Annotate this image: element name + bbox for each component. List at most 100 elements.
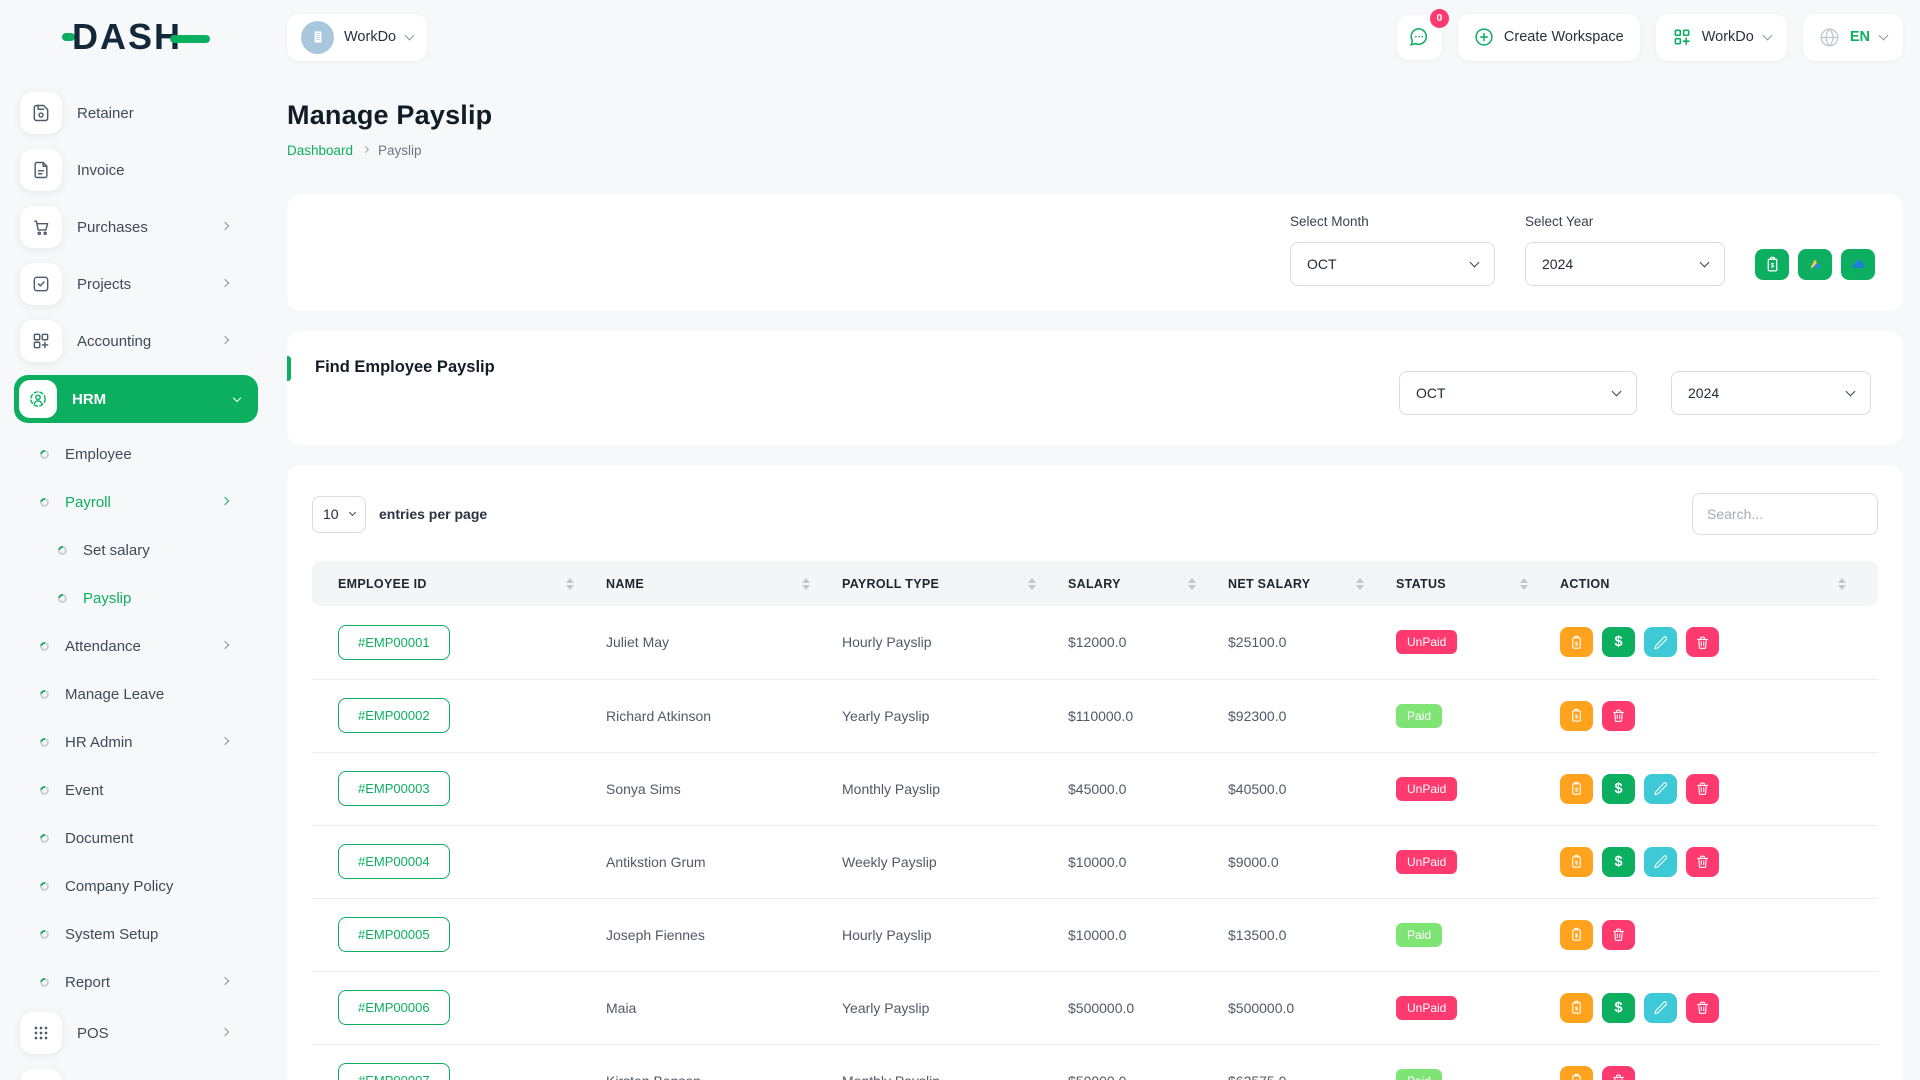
sort-icon[interactable] — [1028, 578, 1036, 590]
search-input[interactable] — [1692, 493, 1878, 535]
column-header-payroll-type[interactable]: PAYROLL TYPE — [842, 561, 1068, 606]
employee-id-badge[interactable]: #EMP00006 — [338, 990, 450, 1025]
chevron-right-icon — [221, 976, 229, 984]
payslip-button[interactable]: $ — [1560, 627, 1593, 657]
column-header-name[interactable]: NAME — [606, 561, 842, 606]
column-header-net-salary[interactable]: NET SALARY — [1228, 561, 1396, 606]
payslip-button[interactable]: $ — [1560, 1066, 1593, 1080]
sidebar-item-event[interactable]: Event — [20, 770, 252, 810]
sidebar-item-manage-leave[interactable]: Manage Leave — [20, 674, 252, 714]
delete-button[interactable] — [1602, 701, 1635, 731]
column-header-employee-id[interactable]: EMPLOYEE ID — [312, 561, 606, 606]
delete-button[interactable] — [1602, 1066, 1635, 1080]
hrm-icon — [28, 389, 48, 409]
select-month-label: Select Month — [1290, 214, 1495, 229]
employee-id-badge[interactable]: #EMP00004 — [338, 844, 450, 879]
sort-icon[interactable] — [1188, 578, 1196, 590]
sidebar-item-attendance[interactable]: Attendance — [20, 626, 252, 666]
sidebar-item-hr-admin[interactable]: HR Admin — [20, 722, 252, 762]
column-header-status[interactable]: STATUS — [1396, 561, 1560, 606]
pos-icon-box — [20, 1012, 62, 1054]
sidebar-item-label: Document — [65, 830, 133, 847]
create-workspace-button[interactable]: Create Workspace — [1458, 14, 1640, 61]
sort-icon[interactable] — [1838, 578, 1846, 590]
status-badge: UnPaid — [1396, 996, 1457, 1020]
sidebar-item-label: Report — [65, 974, 110, 991]
select-year-group: Select Year 2024 — [1525, 214, 1725, 311]
one-drive-button[interactable] — [1841, 249, 1875, 280]
delete-button[interactable] — [1686, 774, 1719, 804]
sort-icon[interactable] — [566, 578, 574, 590]
payslip-button[interactable]: $ — [1560, 993, 1593, 1023]
sidebar-item-hrm[interactable]: HRM — [14, 375, 258, 423]
edit-button[interactable] — [1644, 774, 1677, 804]
find-month-value: OCT — [1416, 385, 1446, 401]
sidebar-item-report[interactable]: Report — [20, 962, 252, 1002]
sort-icon[interactable] — [1520, 578, 1528, 590]
payslip-button[interactable]: $ — [1560, 920, 1593, 950]
messages-button[interactable]: 0 — [1397, 15, 1442, 60]
delete-button[interactable] — [1602, 920, 1635, 950]
workdo-menu-button[interactable]: WorkDo — [1656, 14, 1787, 61]
make-payment-button[interactable]: $ — [1602, 993, 1635, 1023]
make-payment-button[interactable]: $ — [1602, 627, 1635, 657]
make-payment-button[interactable]: $ — [1602, 847, 1635, 877]
sidebar-item-label: Manage Leave — [65, 686, 164, 703]
payslip-button[interactable]: $ — [1560, 774, 1593, 804]
language-selector[interactable]: EN — [1803, 14, 1903, 61]
sidebar-item-system-setup[interactable]: System Setup — [20, 914, 252, 954]
employee-id-badge[interactable]: #EMP00007 — [338, 1063, 450, 1080]
sidebar-item-purchases[interactable]: Purchases — [20, 204, 252, 250]
year-select[interactable]: 2024 — [1525, 242, 1725, 286]
pos-icon — [31, 1023, 51, 1043]
employee-id-badge[interactable]: #EMP00001 — [338, 625, 450, 660]
pencil-icon — [1653, 635, 1668, 650]
page-size-select[interactable]: 10 — [312, 496, 366, 533]
sidebar-item-payroll[interactable]: Payroll — [20, 482, 252, 522]
sidebar-item-employee[interactable]: Employee — [20, 434, 252, 474]
select-year-label: Select Year — [1525, 214, 1725, 229]
employee-name: Juliet May — [606, 606, 842, 679]
google-drive-button[interactable] — [1798, 249, 1832, 280]
column-header-action[interactable]: ACTION — [1560, 561, 1878, 606]
sidebar-item-crm[interactable]: CRM — [20, 1067, 252, 1080]
edit-button[interactable] — [1644, 627, 1677, 657]
payslip-button[interactable]: $ — [1560, 847, 1593, 877]
sidebar-item-set-salary[interactable]: Set salary — [20, 530, 252, 570]
sidebar-item-projects[interactable]: Projects — [20, 261, 252, 307]
payslip-icon: $ — [1569, 1073, 1584, 1080]
chevron-down-icon — [1470, 258, 1480, 268]
edit-button[interactable] — [1644, 847, 1677, 877]
brand-logo[interactable]: DASH — [0, 16, 272, 58]
sort-icon[interactable] — [802, 578, 810, 590]
employee-id-badge[interactable]: #EMP00003 — [338, 771, 450, 806]
sidebar-item-company-policy[interactable]: Company Policy — [20, 866, 252, 906]
sidebar-item-retainer[interactable]: Retainer — [20, 90, 252, 136]
delete-button[interactable] — [1686, 847, 1719, 877]
find-year-select[interactable]: 2024 — [1671, 371, 1871, 415]
employee-id-badge[interactable]: #EMP00002 — [338, 698, 450, 733]
trash-icon — [1611, 708, 1626, 723]
sidebar-item-pos[interactable]: POS — [20, 1010, 252, 1056]
workdo-menu-label: WorkDo — [1702, 29, 1754, 45]
find-month-select[interactable]: OCT — [1399, 371, 1637, 415]
edit-button[interactable] — [1644, 993, 1677, 1023]
breadcrumb-dashboard-link[interactable]: Dashboard — [287, 143, 353, 158]
bulk-payment-button[interactable]: $ — [1755, 249, 1789, 280]
sidebar-item-payslip[interactable]: Payslip — [20, 578, 252, 618]
delete-button[interactable] — [1686, 627, 1719, 657]
status-badge: Paid — [1396, 704, 1442, 728]
hrm-icon-box — [19, 380, 57, 418]
employee-id-badge[interactable]: #EMP00005 — [338, 917, 450, 952]
make-payment-button[interactable]: $ — [1602, 774, 1635, 804]
sort-icon[interactable] — [1356, 578, 1364, 590]
month-select[interactable]: OCT — [1290, 242, 1495, 286]
payslip-button[interactable]: $ — [1560, 701, 1593, 731]
column-header-salary[interactable]: SALARY — [1068, 561, 1228, 606]
sidebar-item-invoice[interactable]: Invoice — [20, 147, 252, 193]
employee-name: Joseph Fiennes — [606, 898, 842, 971]
sidebar-item-accounting[interactable]: Accounting — [20, 318, 252, 364]
workspace-selector[interactable]: WorkDo — [287, 14, 427, 61]
delete-button[interactable] — [1686, 993, 1719, 1023]
sidebar-item-document[interactable]: Document — [20, 818, 252, 858]
